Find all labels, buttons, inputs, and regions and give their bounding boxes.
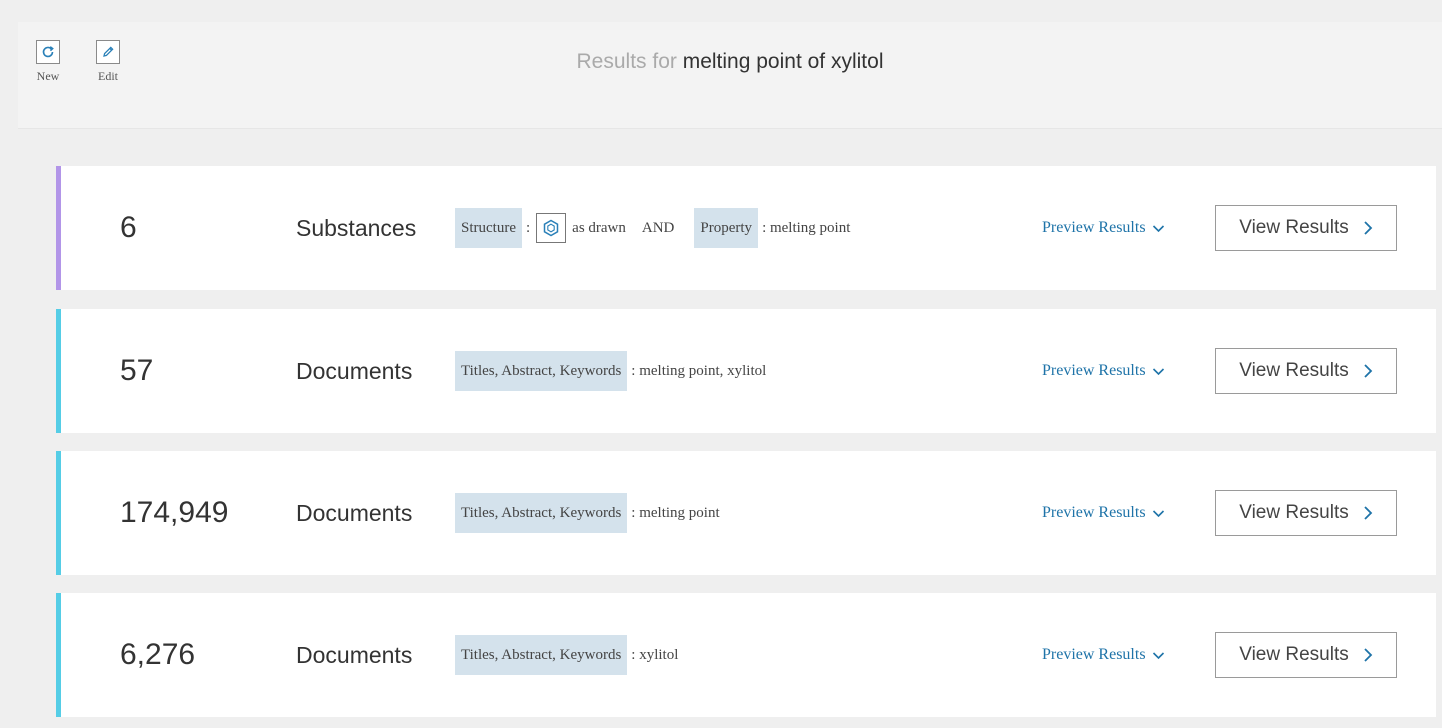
- chevron-right-icon: [1364, 506, 1373, 520]
- result-type: Documents: [296, 358, 413, 384]
- row-accent-bar: [56, 593, 61, 717]
- result-count: 6: [120, 211, 137, 244]
- search-criteria: Structure : as drawn AND Property : melt…: [455, 208, 850, 248]
- structure-mode-text: as drawn: [572, 219, 626, 236]
- structure-chip: Structure: [455, 208, 522, 248]
- and-operator: AND: [641, 219, 675, 236]
- criteria-colon: :: [525, 219, 531, 236]
- search-terms: : xylitol: [631, 646, 679, 663]
- chevron-down-icon: [1152, 652, 1164, 659]
- preview-results-toggle[interactable]: Preview Results: [1042, 309, 1165, 433]
- view-results-button[interactable]: View Results: [1215, 490, 1397, 536]
- view-results-label: View Results: [1239, 217, 1349, 238]
- property-chip: Property: [694, 208, 759, 248]
- preview-results-label: Preview Results: [1042, 219, 1146, 236]
- preview-results-toggle[interactable]: Preview Results: [1042, 166, 1165, 290]
- structure-hexagon-icon[interactable]: [536, 213, 567, 243]
- results-query: melting point of xylitol: [682, 50, 884, 73]
- search-terms: : melting point, xylitol: [631, 362, 767, 379]
- chevron-down-icon: [1152, 510, 1164, 517]
- result-count: 174,949: [120, 496, 229, 529]
- view-results-button[interactable]: View Results: [1215, 205, 1397, 251]
- result-count: 6,276: [120, 638, 196, 671]
- result-row-documents: 174,949 Documents Titles, Abstract, Keyw…: [56, 451, 1436, 575]
- chevron-right-icon: [1364, 221, 1373, 235]
- view-results-label: View Results: [1239, 502, 1349, 523]
- result-row-documents: 57 Documents Titles, Abstract, Keywords …: [56, 309, 1436, 433]
- preview-results-label: Preview Results: [1042, 504, 1146, 521]
- preview-results-toggle[interactable]: Preview Results: [1042, 593, 1165, 717]
- row-accent-bar: [56, 309, 61, 433]
- chevron-right-icon: [1364, 364, 1373, 378]
- property-value: : melting point: [762, 219, 851, 236]
- result-type: Documents: [296, 642, 413, 668]
- search-criteria: Titles, Abstract, Keywords : melting poi…: [455, 351, 766, 391]
- view-results-button[interactable]: View Results: [1215, 632, 1397, 678]
- fields-chip: Titles, Abstract, Keywords: [455, 351, 628, 391]
- search-terms: : melting point: [631, 504, 720, 521]
- result-type: Substances: [296, 215, 417, 241]
- chevron-down-icon: [1152, 225, 1164, 232]
- result-row-substances: 6 Substances Structure : as drawn AND Pr…: [56, 166, 1436, 290]
- fields-chip: Titles, Abstract, Keywords: [455, 635, 628, 675]
- view-results-label: View Results: [1239, 360, 1349, 381]
- row-accent-bar: [56, 166, 61, 290]
- search-criteria: Titles, Abstract, Keywords : xylitol: [455, 635, 678, 675]
- results-page: New Edit Results for melting point of xy…: [0, 0, 1442, 728]
- result-row-documents: 6,276 Documents Titles, Abstract, Keywor…: [56, 593, 1436, 717]
- results-prefix: Results for: [576, 50, 677, 73]
- result-type: Documents: [296, 500, 413, 526]
- chevron-down-icon: [1152, 368, 1164, 375]
- page-title: Results for melting point of xylitol: [18, 50, 1442, 74]
- search-criteria: Titles, Abstract, Keywords : melting poi…: [455, 493, 720, 533]
- results-header-bar: New Edit Results for melting point of xy…: [18, 22, 1442, 129]
- preview-results-label: Preview Results: [1042, 646, 1146, 663]
- fields-chip: Titles, Abstract, Keywords: [455, 493, 628, 533]
- view-results-button[interactable]: View Results: [1215, 348, 1397, 394]
- view-results-label: View Results: [1239, 644, 1349, 665]
- preview-results-toggle[interactable]: Preview Results: [1042, 451, 1165, 575]
- result-count: 57: [120, 354, 154, 387]
- chevron-right-icon: [1364, 648, 1373, 662]
- row-accent-bar: [56, 451, 61, 575]
- preview-results-label: Preview Results: [1042, 362, 1146, 379]
